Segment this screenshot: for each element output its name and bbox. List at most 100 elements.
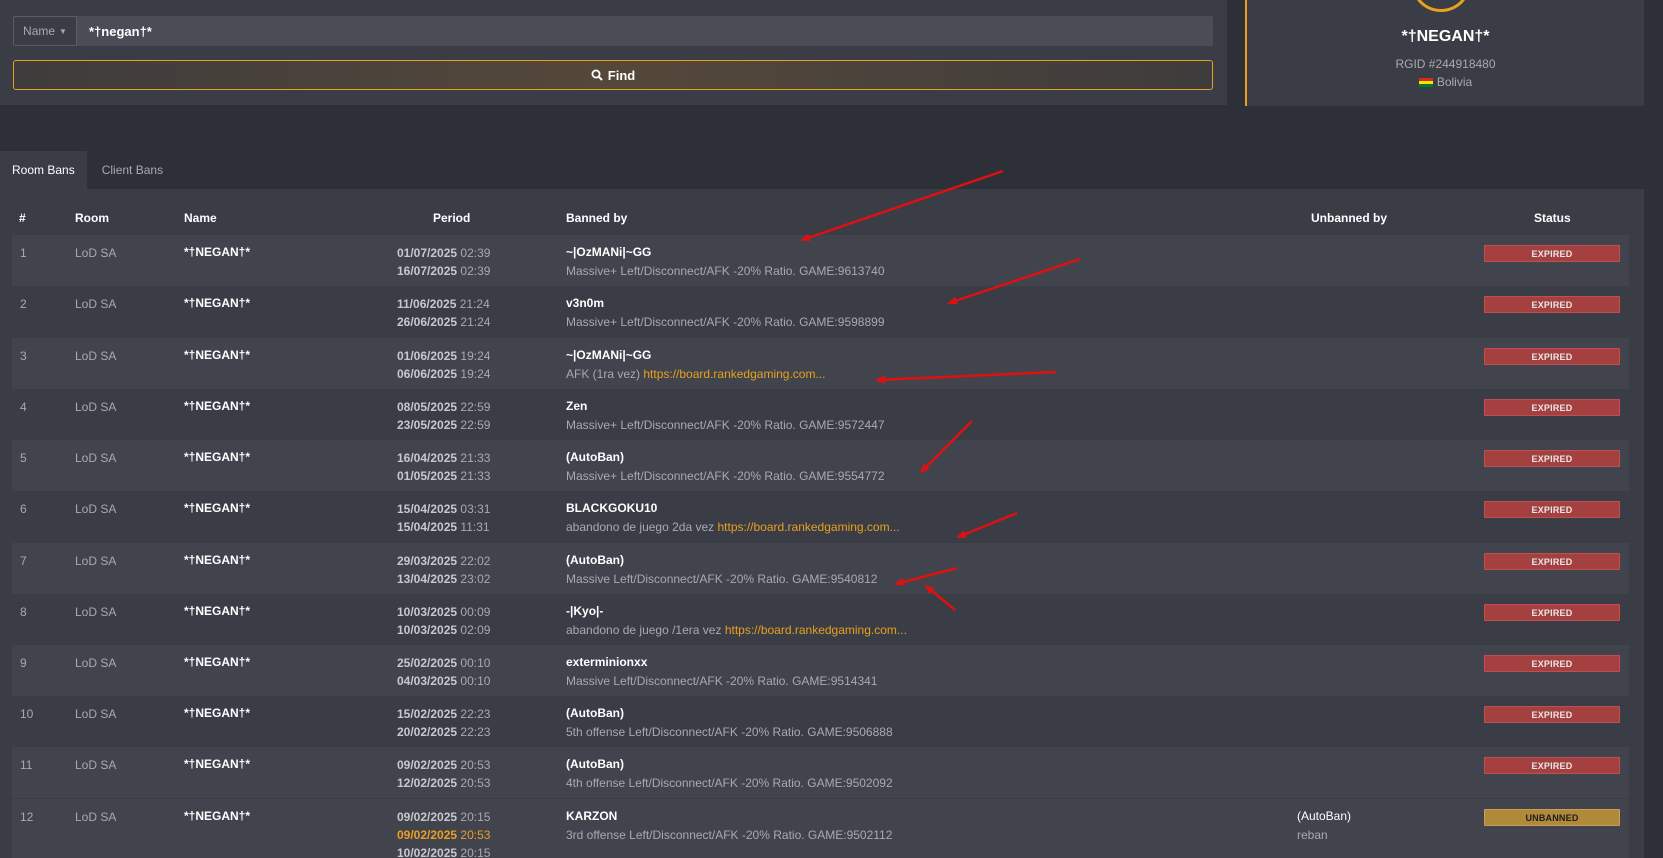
row-player-name: *†NEGAN†* [184,399,251,413]
ban-reason: Massive+ Left/Disconnect/AFK -20% Ratio.… [566,469,885,483]
row-room: LoD SA [75,349,117,363]
header-banned-by: Banned by [566,211,628,225]
ban-reason-text: Massive+ Left/Disconnect/AFK -20% Ratio.… [566,469,885,483]
table-row[interactable]: 8 LoD SA *†NEGAN†* 10/03/2025 00:09 10/03/20… [12,594,1629,645]
search-input[interactable] [77,16,1213,46]
status-badge: UNBANNED [1484,809,1620,826]
table-row[interactable]: 10 LoD SA *†NEGAN†* 15/02/2025 22:23 20/02/2… [12,696,1629,747]
period-start-time: 00:10 [460,656,491,670]
row-room: LoD SA [75,246,117,260]
header-room: Room [75,211,109,225]
bolivia-flag-icon [1418,77,1433,87]
header-num: # [19,211,26,225]
status-badge: EXPIRED [1484,245,1620,262]
period-start-date: 08/05/2025 [397,400,458,414]
period-start-time: 20:15 [460,810,491,824]
ban-reason: 4th offense Left/Disconnect/AFK -20% Rat… [566,776,893,790]
period-unban-date: 09/02/2025 [397,828,458,842]
table-row[interactable]: 9 LoD SA *†NEGAN†* 25/02/2025 00:10 04/03/20… [12,645,1629,696]
table-row[interactable]: 2 LoD SA *†NEGAN†* 11/06/2025 21:24 26/06/20… [12,286,1629,337]
banned-by: Zen [566,399,588,413]
ban-reason-text: Massive Left/Disconnect/AFK -20% Ratio. … [566,572,878,586]
status-badge: EXPIRED [1484,296,1620,313]
table-row[interactable]: 7 LoD SA *†NEGAN†* 29/03/2025 22:02 13/04/20… [12,543,1629,594]
period-end-date: 06/06/2025 [397,367,458,381]
ban-reason-link[interactable]: https://board.rankedgaming.com... [717,520,899,534]
period-end-time: 00:10 [460,674,491,688]
avatar [1411,0,1471,12]
status-badge: EXPIRED [1484,501,1620,518]
unbanned-by: (AutoBan) [1297,809,1352,823]
period-end-date: 15/04/2025 [397,520,458,534]
period-start-date: 10/03/2025 [397,605,458,619]
period-start-date: 09/02/2025 [397,758,458,772]
period-start-time: 20:53 [460,758,491,772]
period-start-time: 03:31 [460,502,491,516]
period-end-time: 02:09 [460,623,491,637]
ban-reason-link[interactable]: https://board.rankedgaming.com... [725,623,907,637]
row-player-name: *†NEGAN†* [184,296,251,310]
profile-name: *†NEGAN†* [1401,28,1490,45]
period-end: 04/03/2025 00:10 [397,674,490,688]
period-end-date: 04/03/2025 [397,674,458,688]
period-start: 01/06/2025 19:24 [397,349,490,363]
period-start: 09/02/2025 20:15 [397,810,490,824]
table-row[interactable]: 4 LoD SA *†NEGAN†* 08/05/2025 22:59 23/05/20… [12,389,1629,440]
ban-reason-link[interactable]: https://board.rankedgaming.com... [643,367,825,381]
table-row[interactable]: 11 LoD SA *†NEGAN†* 09/02/2025 20:53 12/02/2… [12,747,1629,798]
tab-room-bans[interactable]: Room Bans [0,151,87,189]
find-button-label: Find [607,67,636,83]
banned-by: -|Kyo|- [566,604,604,618]
period-start: 11/06/2025 21:24 [397,297,490,311]
table-row[interactable]: 3 LoD SA *†NEGAN†* 01/06/2025 19:24 06/06/20… [12,338,1629,389]
period-start: 15/02/2025 22:23 [397,707,490,721]
period-end: 16/07/2025 02:39 [397,264,490,278]
banned-by: (AutoBan) [566,450,624,464]
period-end-time: 02:39 [460,264,491,278]
period-end: 10/02/2025 20:15 [397,846,490,858]
period-start-date: 16/04/2025 [397,451,458,465]
period-start: 08/05/2025 22:59 [397,400,490,414]
period-start: 29/03/2025 22:02 [397,554,490,568]
period-start-date: 01/06/2025 [397,349,458,363]
period-start-date: 29/03/2025 [397,554,458,568]
status-badge: EXPIRED [1484,348,1620,365]
row-room: LoD SA [75,400,117,414]
period-end-time: 23:02 [460,572,491,586]
row-player-name: *†NEGAN†* [184,655,251,669]
banned-by: exterminionxx [566,655,648,669]
search-type-label: Name [23,24,56,38]
period-start-time: 22:59 [460,400,491,414]
row-room: LoD SA [75,810,117,824]
period-end-date: 13/04/2025 [397,572,458,586]
table-row[interactable]: 6 LoD SA *†NEGAN†* 15/04/2025 03:31 15/04/20… [12,491,1629,542]
period-start: 09/02/2025 20:53 [397,758,490,772]
row-player-name: *†NEGAN†* [184,348,251,362]
header-period: Period [433,211,471,225]
search-row: Name ▼ [13,16,1213,46]
row-room: LoD SA [75,297,117,311]
ban-reason: 3rd offense Left/Disconnect/AFK -20% Rat… [566,828,892,842]
tab-client-bans[interactable]: Client Bans [87,151,175,189]
period-end-date: 12/02/2025 [397,776,458,790]
table-row[interactable]: 5 LoD SA *†NEGAN†* 16/04/2025 21:33 01/05/20… [12,440,1629,491]
header-unbanned-by: Unbanned by [1311,211,1388,225]
table-row[interactable]: 1 LoD SA *†NEGAN†* 01/07/2025 02:39 16/07/20… [12,235,1629,286]
period-end: 13/04/2025 23:02 [397,572,490,586]
unban-reason: reban [1297,828,1328,842]
period-end-date: 10/03/2025 [397,623,458,637]
find-button[interactable]: Find [13,60,1213,90]
search-type-dropdown[interactable]: Name ▼ [13,16,77,46]
table-row[interactable]: 12 LoD SA *†NEGAN†* 09/02/2025 20:15 09/02/2… [12,799,1629,858]
status-badge: EXPIRED [1484,655,1620,672]
ban-reason: 5th offense Left/Disconnect/AFK -20% Rat… [566,725,893,739]
row-player-name: *†NEGAN†* [184,501,251,515]
status-badge: EXPIRED [1484,553,1620,570]
period-start-date: 11/06/2025 [397,297,457,311]
status-badge: EXPIRED [1484,604,1620,621]
period-end-date: 01/05/2025 [397,469,458,483]
period-end-time: 20:53 [460,776,491,790]
table-header: # Room Name Period Banned by Unbanned by… [12,189,1629,234]
ban-reason-text: Massive Left/Disconnect/AFK -20% Ratio. … [566,674,878,688]
row-room: LoD SA [75,656,117,670]
